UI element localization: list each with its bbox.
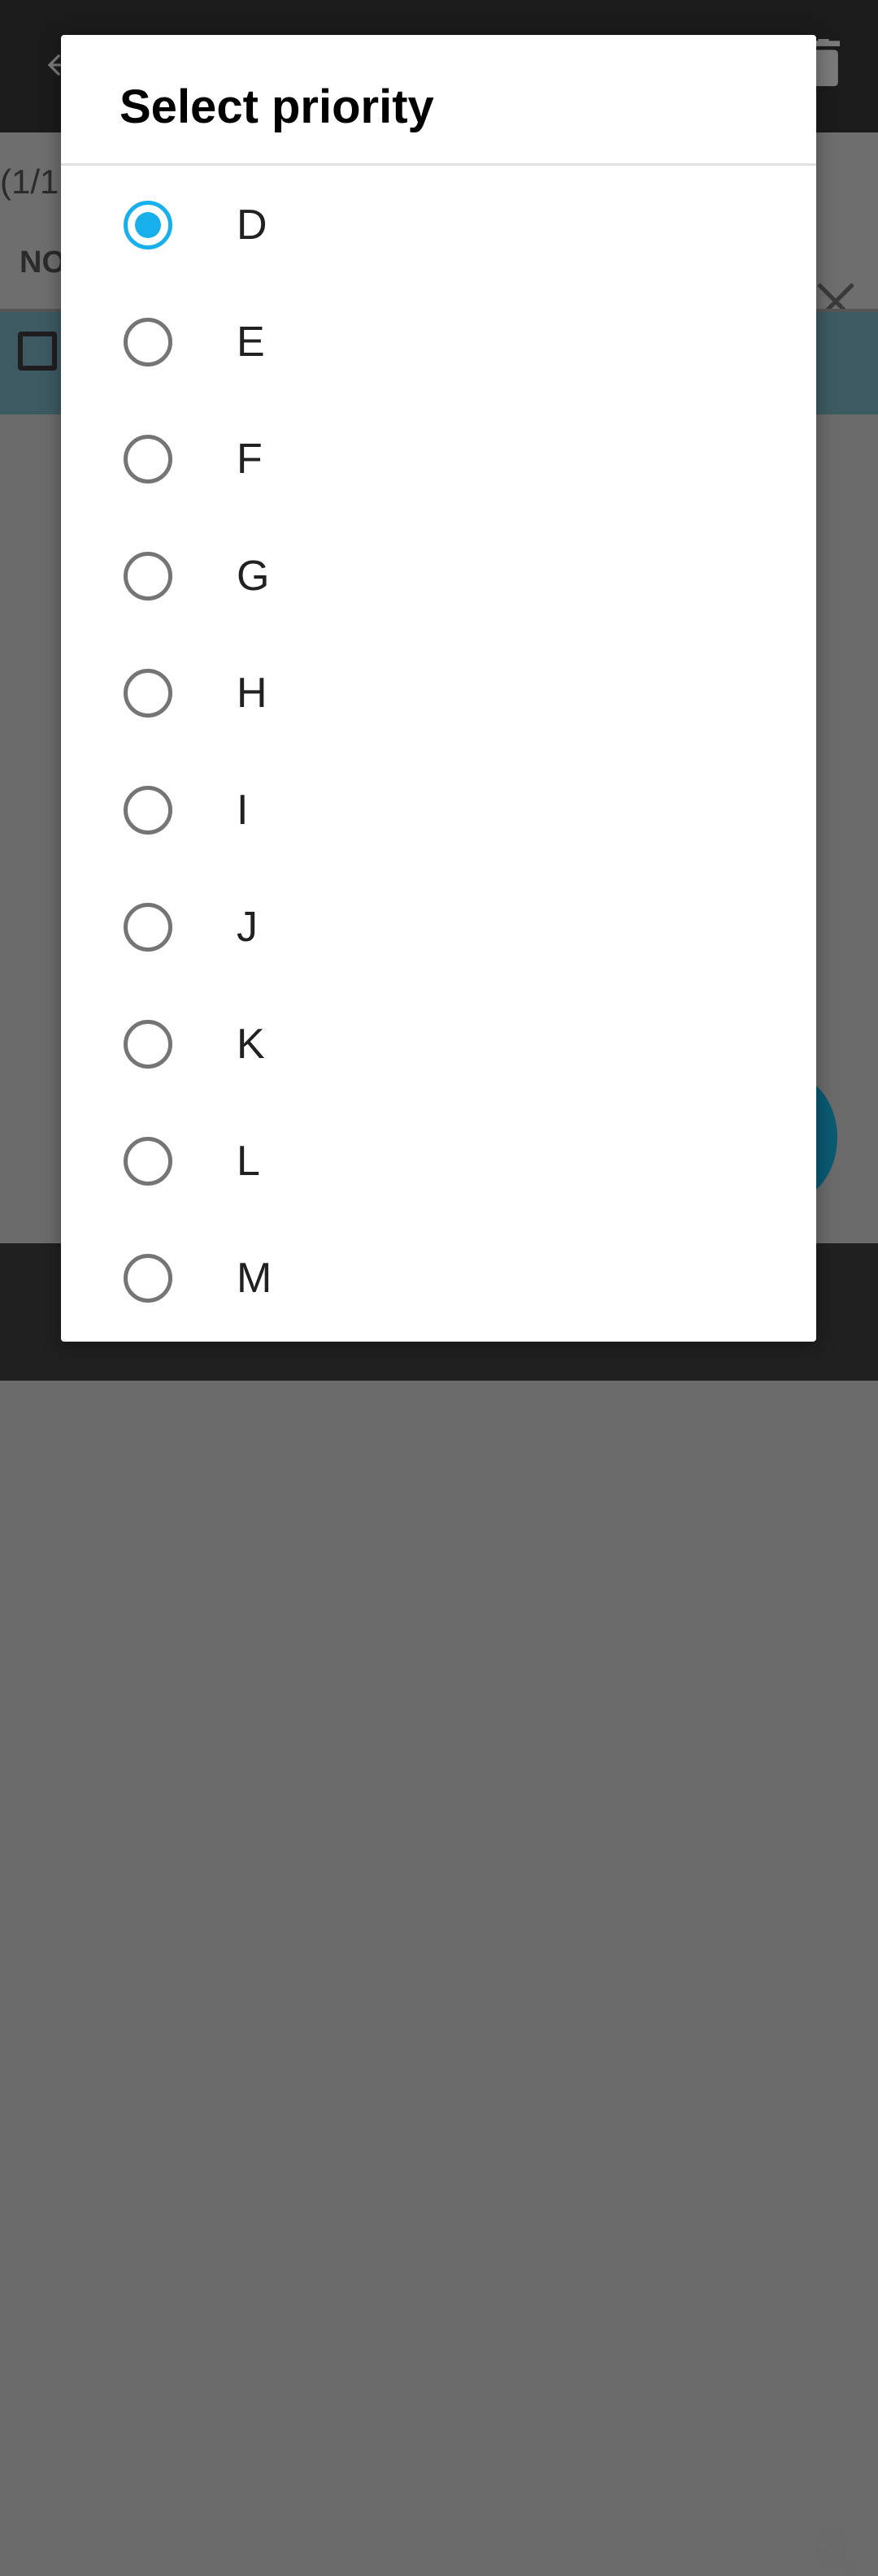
radio-button[interactable] — [124, 435, 172, 484]
priority-option-j[interactable]: J — [61, 869, 816, 986]
priority-option-g[interactable]: G — [61, 518, 816, 635]
priority-option-e[interactable]: E — [61, 284, 816, 401]
task-checkbox[interactable] — [18, 332, 57, 371]
priority-option-m[interactable]: M — [61, 1220, 816, 1337]
option-label: K — [237, 1021, 265, 1068]
sort-label: NO — [20, 245, 66, 280]
task-count: (1/1 — [0, 163, 59, 201]
radio-button[interactable] — [124, 669, 172, 718]
radio-button[interactable] — [124, 552, 172, 601]
radio-button[interactable] — [124, 903, 172, 952]
priority-option-d[interactable]: D — [61, 167, 816, 284]
priority-option-f[interactable]: F — [61, 401, 816, 518]
option-label: H — [237, 670, 267, 717]
history-icon[interactable] — [811, 2527, 860, 2576]
option-label: J — [237, 904, 258, 951]
priority-option-k[interactable]: K — [61, 986, 816, 1103]
radio-button[interactable] — [124, 318, 172, 366]
option-label: L — [237, 1138, 260, 1185]
priority-option-list: D E F G H I J K L M — [61, 167, 816, 1337]
dialog-title-divider — [61, 163, 816, 166]
radio-button[interactable] — [124, 1020, 172, 1069]
radio-button-checked[interactable] — [124, 201, 172, 249]
priority-option-l[interactable]: L — [61, 1103, 816, 1220]
option-label: E — [237, 319, 265, 366]
radio-button[interactable] — [124, 1254, 172, 1303]
radio-button[interactable] — [124, 786, 172, 835]
dialog-title: Select priority — [120, 80, 434, 133]
radio-button[interactable] — [124, 1137, 172, 1186]
priority-option-h[interactable]: H — [61, 635, 816, 752]
option-label: M — [237, 1255, 272, 1302]
option-label: D — [237, 202, 267, 249]
option-label: F — [237, 436, 263, 483]
option-label: G — [237, 553, 270, 600]
priority-option-i[interactable]: I — [61, 752, 816, 869]
select-priority-dialog: Select priority D E F G H I J K L M — [61, 35, 816, 1342]
option-label: I — [237, 787, 249, 834]
